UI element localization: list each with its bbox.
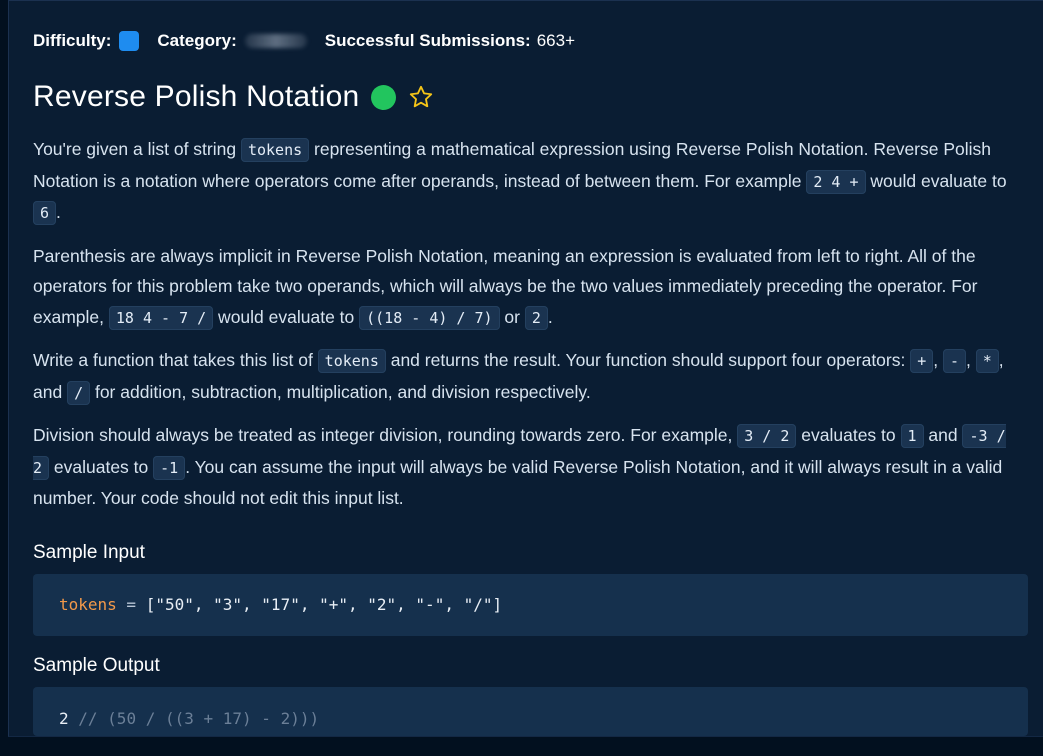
inline-code: tokens: [240, 138, 310, 162]
submissions-label: Successful Submissions:: [324, 31, 531, 50]
desc-text: would evaluate to: [213, 306, 360, 327]
inline-code: tokens: [317, 349, 386, 373]
inline-code: 2 4 +: [806, 169, 866, 194]
description-paragraph: Write a function that takes this list of…: [33, 345, 1028, 408]
title-row: Reverse Polish Notation: [33, 79, 434, 115]
inline-code: ((18 - 4) / 7): [359, 305, 500, 330]
problem-meta: Difficulty: Category: Successful Submiss…: [33, 29, 575, 53]
problem-description: You're given a list of string tokens rep…: [33, 134, 1028, 526]
desc-text: .: [56, 202, 61, 222]
desc-text: for addition, subtraction, multiplicatio…: [90, 381, 591, 402]
completed-status-icon: [371, 84, 397, 110]
problem-title: Reverse Polish Notation: [33, 80, 360, 113]
inline-code: 1: [900, 424, 924, 448]
description-paragraph: You're given a list of string tokens rep…: [33, 134, 1028, 229]
desc-text: Division should always be treated as int…: [33, 425, 738, 445]
description-paragraph: Parenthesis are always implicit in Rever…: [33, 241, 1028, 334]
inline-code: *: [975, 349, 999, 373]
sample-output-code: 2 // (50 / ((3 + 17) - 2))): [33, 687, 1028, 736]
desc-text: and returns the result. Your function sh…: [385, 350, 911, 370]
sample-input-code: tokens = ["50", "3", "17", "+", "2", "-"…: [33, 574, 1028, 636]
inline-code: 6: [33, 201, 57, 225]
desc-text: evaluates to: [796, 425, 901, 445]
desc-text: ,: [966, 350, 976, 370]
inline-code: 18 4 - 7 /: [108, 305, 214, 330]
inline-code: 2: [524, 305, 548, 330]
sample-output-heading: Sample Output: [33, 655, 160, 676]
desc-text: and: [923, 425, 963, 445]
desc-text: .: [547, 306, 553, 327]
inline-code: -1: [153, 455, 186, 480]
code-operator: =: [116, 595, 146, 614]
desc-text: You're given a list of string: [33, 139, 241, 159]
output-value: 2: [59, 709, 69, 728]
desc-text: Write a function that takes this list of: [33, 350, 318, 370]
category-value-blurred: [244, 34, 307, 48]
inline-code: +: [910, 349, 934, 373]
code-variable: tokens: [59, 595, 117, 614]
star-outline-icon[interactable]: [408, 84, 434, 110]
description-paragraph: Division should always be treated as int…: [33, 420, 1028, 514]
inline-code: /: [67, 380, 91, 405]
desc-text: ,: [933, 350, 943, 370]
output-comment: // (50 / ((3 + 17) - 2))): [68, 709, 320, 728]
sample-input-heading: Sample Input: [33, 542, 145, 563]
difficulty-indicator: [119, 31, 140, 51]
desc-text: or: [499, 306, 525, 327]
desc-text: would evaluate to: [865, 170, 1007, 191]
category-label: Category:: [157, 31, 237, 50]
code-value: ["50", "3", "17", "+", "2", "-", "/"]: [145, 595, 503, 614]
inline-code: 3 / 2: [737, 424, 797, 448]
problem-panel: Difficulty: Category: Successful Submiss…: [8, 0, 1043, 737]
desc-text: evaluates to: [49, 456, 154, 477]
inline-code: -: [942, 349, 967, 373]
difficulty-label: Difficulty:: [33, 31, 112, 50]
submissions-count: 663+: [536, 31, 575, 50]
